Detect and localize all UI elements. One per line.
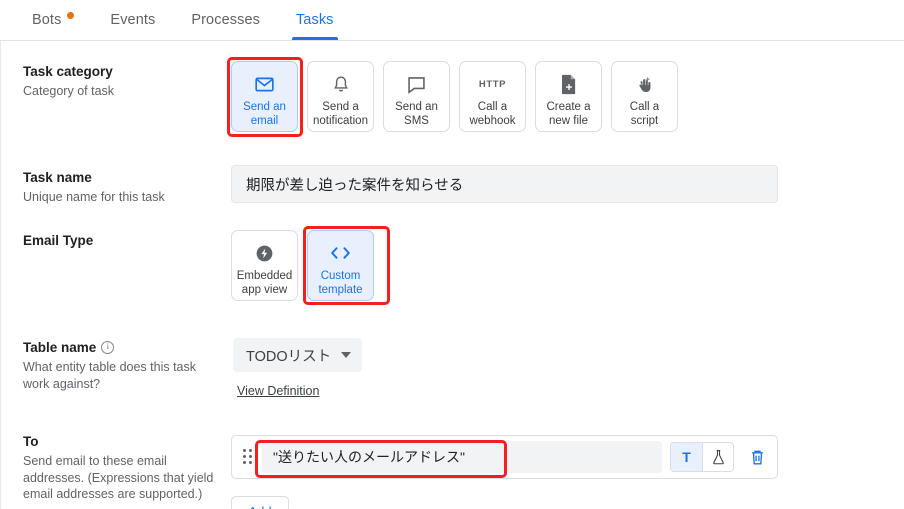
call-a-webhook-tile[interactable]: HTTP Call a webhook [459, 61, 526, 132]
tab-processes-label: Processes [191, 12, 260, 28]
add-recipient-button[interactable]: Add [231, 496, 289, 509]
file-plus-icon [560, 73, 578, 95]
tab-events[interactable]: Events [92, 0, 173, 40]
envelope-icon [254, 73, 275, 95]
to-mode-text-button[interactable]: T [671, 443, 702, 471]
task-category-tiles: Send an email Send a notification Send a… [231, 61, 678, 132]
tab-tasks[interactable]: Tasks [278, 0, 352, 40]
tile-label: Create a new file [546, 101, 591, 127]
custom-template-tile[interactable]: Custom template [307, 230, 374, 301]
tile-label: Custom template [318, 270, 363, 296]
to-row: "送りたい人のメールアドレス" T [231, 435, 778, 479]
bolt-circle-icon [254, 242, 275, 264]
chat-bubble-icon [406, 73, 427, 95]
task-category-label: Task category [23, 64, 113, 79]
to-label-group: To Send email to these email addresses. … [23, 433, 219, 503]
task-category-description: Category of task [23, 84, 115, 98]
tile-label: Embedded app view [236, 270, 293, 296]
info-icon[interactable]: i [101, 341, 115, 354]
tile-label: Call a script [629, 101, 660, 127]
flask-icon[interactable] [702, 443, 733, 471]
http-text-icon: HTTP [478, 78, 507, 90]
tile-label: Send an email [243, 101, 286, 127]
app-root: Bots Events Processes Tasks Task categor… [0, 0, 904, 509]
trash-icon[interactable] [746, 445, 768, 469]
tab-active-underline [291, 37, 338, 40]
table-name-value: TODOリスト [246, 348, 332, 365]
email-type-label: Email Type [23, 233, 94, 248]
send-an-sms-tile[interactable]: Send an SMS [383, 61, 450, 132]
task-name-value: 期限が差し迫った案件を知らせる [246, 177, 464, 194]
script-hand-icon [634, 73, 655, 95]
tab-events-label: Events [110, 12, 156, 28]
tab-processes[interactable]: Processes [173, 0, 278, 40]
task-category-label-group: Task category Category of task [23, 63, 219, 100]
table-name-label: Table name i [23, 339, 219, 356]
task-name-input[interactable]: 期限が差し迫った案件を知らせる [231, 165, 778, 203]
table-name-dropdown[interactable]: TODOリスト [233, 338, 363, 372]
email-type-label-group: Email Type [23, 232, 219, 249]
task-name-label: Task name [23, 170, 92, 185]
email-type-tiles: Embedded app view Custom template [231, 230, 374, 301]
send-a-notification-tile[interactable]: Send a notification [307, 61, 374, 132]
to-value-input[interactable]: "送りたい人のメールアドレス" [262, 441, 662, 473]
embedded-app-view-tile[interactable]: Embedded app view [231, 230, 298, 301]
task-name-label-group: Task name Unique name for this task [23, 169, 219, 206]
tile-label: Send an SMS [395, 101, 438, 127]
table-name-label-group: Table name i What entity table does this… [23, 339, 219, 392]
main-tabbar: Bots Events Processes Tasks [0, 0, 904, 41]
tab-tasks-label: Tasks [295, 12, 334, 28]
to-description: Send email to these email addresses. (Ex… [23, 454, 214, 501]
code-brackets-icon [329, 242, 352, 264]
tile-label: Send a notification [313, 101, 368, 127]
task-config-panel: Task category Category of task Send an e… [0, 41, 904, 509]
call-a-script-tile[interactable]: Call a script [611, 61, 678, 132]
tab-bots-label: Bots [32, 12, 62, 28]
view-definition-link[interactable]: View Definition [237, 384, 319, 398]
tab-bots[interactable]: Bots [14, 0, 92, 40]
bots-badge-dot [67, 12, 75, 19]
to-label: To [23, 434, 39, 449]
tile-label: Call a webhook [469, 101, 516, 127]
chevron-down-icon [341, 352, 352, 358]
task-name-description: Unique name for this task [23, 190, 165, 204]
add-recipient-label: Add [248, 504, 271, 509]
table-name-description: What entity table does this task work ag… [23, 360, 197, 391]
drag-handle-icon[interactable] [240, 446, 256, 468]
bell-icon [331, 73, 351, 95]
to-mode-toggle: T [670, 442, 734, 472]
create-a-new-file-tile[interactable]: Create a new file [535, 61, 602, 132]
send-an-email-tile[interactable]: Send an email [231, 61, 298, 132]
